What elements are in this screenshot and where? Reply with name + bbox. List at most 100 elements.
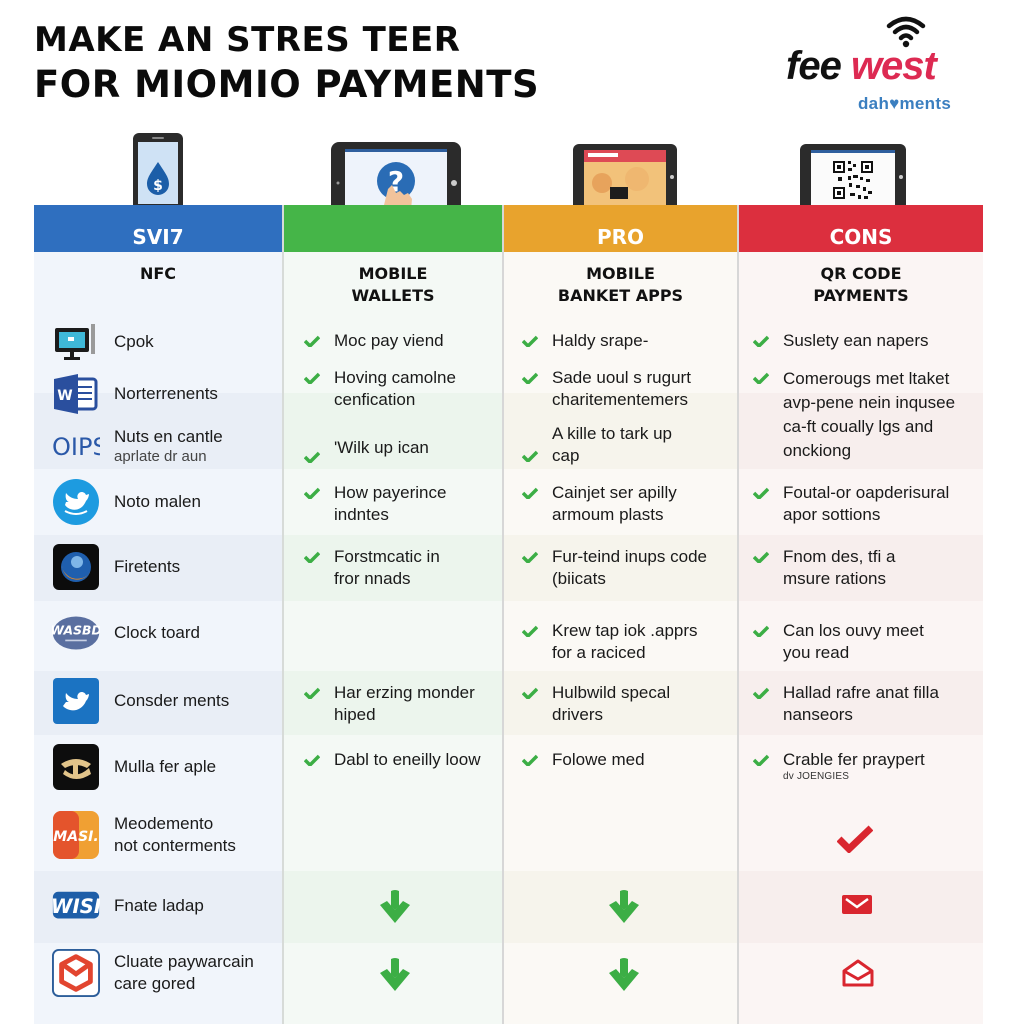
- item-text: Sade uoul s rugurt charitementemers: [552, 368, 691, 409]
- check-icon: [304, 367, 320, 389]
- wisi-logo-icon: WISI: [52, 882, 100, 930]
- band-label: SVI7: [132, 225, 184, 249]
- list-item-title: Nuts en cantle: [114, 427, 223, 446]
- pro-item: Hoving camolne cenfication: [304, 367, 456, 411]
- list-item: MASI. Meodemento not conterments: [34, 805, 282, 865]
- list-item-subtitle: aprlate dr aun: [114, 448, 207, 465]
- open-envelope-icon: [842, 959, 874, 987]
- band-label-cons: CONS: [829, 225, 893, 249]
- list-item: Mulla fer aple: [34, 739, 282, 795]
- twitter-bird-round-icon: [52, 478, 100, 526]
- item-text: Har erzing monder hiped: [334, 683, 475, 724]
- column-header-qr-code: QR CODE PAYMENTS: [739, 263, 983, 307]
- list-item-label: Clock toard: [114, 623, 200, 642]
- download-arrow-icon: [380, 958, 410, 991]
- item-text: Hoving camolne cenfication: [334, 368, 456, 409]
- check-icon: [304, 546, 320, 568]
- list-item: WISI Fnate ladap: [34, 881, 282, 931]
- list-item: Firetents: [34, 539, 282, 595]
- word-document-icon: W: [52, 370, 100, 418]
- check-icon: [522, 367, 538, 389]
- item-text: Haldy srape-: [552, 331, 649, 350]
- svg-text:WASBD: WASBD: [52, 623, 100, 638]
- column-qr-code-payments: CONS QR CODE PAYMENTS Suslety ean napers…: [737, 205, 983, 1024]
- brand-logo: fee west dah♥ments: [786, 12, 986, 113]
- logo-word-1: fee: [786, 44, 842, 88]
- check-icon: [753, 546, 769, 568]
- column-header-line: QR CODE: [820, 264, 902, 283]
- check-icon: [304, 446, 320, 468]
- column-band-nfc: SVI7: [34, 205, 282, 252]
- item-text: Fur-teind inups code (biicats: [552, 547, 707, 588]
- column-header-mobile-banking: MOBILE BANKET APPS: [504, 263, 737, 307]
- check-icon: [304, 682, 320, 704]
- pro-item: Krew tap iok .apprs for a raciced: [522, 620, 698, 664]
- check-icon: [304, 330, 320, 352]
- check-icon: [522, 546, 538, 568]
- oips-logo-icon: OIPS: [52, 422, 100, 470]
- svg-text:$: $: [153, 178, 163, 194]
- list-item-label: Meodemento not conterments: [114, 813, 236, 857]
- twitter-bird-square-icon: [52, 677, 100, 725]
- item-text: Cainjet ser apilly armoum plasts: [552, 483, 677, 524]
- item-text: Krew tap iok .apprs for a raciced: [552, 621, 698, 662]
- svg-text:W: W: [57, 388, 72, 404]
- firefox-browser-icon: [52, 543, 100, 591]
- pro-item: Sade uoul s rugurt charitementemers: [522, 367, 691, 411]
- check-icon: [753, 482, 769, 504]
- pro-item: Hulbwild specal drivers: [522, 682, 670, 726]
- item-text: Hallad rafre anat filla nanseors: [783, 683, 939, 724]
- pro-item: 'Wilk up ican: [304, 428, 429, 468]
- pro-item: Dabl to eneilly loow: [304, 749, 480, 771]
- pro-item: A kille to tark up cap: [522, 423, 672, 467]
- item-text: Foutal-or oapderisural apor sottions: [783, 483, 950, 524]
- check-icon: [753, 367, 769, 389]
- list-item-subtitle: care gored: [114, 974, 196, 993]
- download-arrow-icon: [609, 890, 639, 923]
- check-icon: [522, 620, 538, 642]
- check-icon: [753, 620, 769, 642]
- check-icon: [304, 749, 320, 771]
- list-item: W Norterrenents: [34, 369, 282, 419]
- item-text: Fnom des, tfi a msure rations: [783, 547, 896, 588]
- con-item: Can los ouvy meet you read: [753, 620, 924, 664]
- page-title: MAKE AN STRES TEER FOR MIOMIO PAYMENTS: [34, 18, 539, 108]
- list-item-label: Cpok: [114, 332, 154, 351]
- column-band-pro: PRO: [504, 205, 737, 252]
- wifi-icon: [886, 16, 926, 48]
- column-header-line: MOBILE: [358, 264, 428, 283]
- title-line-1: MAKE AN STRES TEER: [34, 20, 461, 60]
- column-band-cons: CONS: [739, 205, 983, 252]
- column-mobile-banking-apps: PRO MOBILE BANKET APPS Haldy srape- Sade…: [502, 205, 737, 1024]
- column-header-line: BANKET APPS: [557, 286, 684, 305]
- pro-item: Cainjet ser apilly armoum plasts: [522, 482, 677, 526]
- svg-text:OIPS: OIPS: [52, 433, 100, 461]
- pro-item: Folowe med: [522, 749, 645, 771]
- list-item-label: Fnate ladap: [114, 896, 204, 915]
- list-item-label: Consder ments: [114, 691, 230, 710]
- gold-emblem-app-icon: [52, 743, 100, 791]
- list-item-subtitle: not conterments: [114, 836, 236, 855]
- item-text: Hulbwild specal drivers: [552, 683, 671, 724]
- desktop-monitor-icon: [52, 318, 100, 366]
- con-item: Hallad rafre anat filla nanseors: [753, 682, 939, 726]
- logo-subtitle: dah♥ments: [858, 94, 952, 113]
- red-envelope-icon: [842, 895, 872, 914]
- list-item: Cpok: [34, 317, 282, 367]
- item-text: Forstmcatic in fror nnads: [334, 547, 440, 588]
- download-arrow-icon: [609, 958, 639, 991]
- logo-wordmark: fee west: [786, 44, 937, 88]
- column-header-line: NFC: [139, 264, 177, 283]
- con-item: Suslety ean napers: [753, 330, 929, 352]
- pro-item: Moc pay viend: [304, 330, 444, 352]
- item-text: Dabl to eneilly loow: [334, 750, 481, 769]
- list-item-title: Meodemento: [114, 814, 214, 833]
- list-item-label: Norterrenents: [114, 384, 218, 403]
- pro-item: How payerince indntes: [304, 482, 446, 526]
- con-item: Foutal-or oapderisural apor sottions: [753, 482, 949, 526]
- item-note: dv JOENGIES: [783, 771, 850, 782]
- title-line-2: FOR MIOMIO PAYMENTS: [34, 63, 540, 106]
- check-icon: [753, 330, 769, 352]
- item-text: How payerince indntes: [334, 483, 447, 524]
- list-item-label: Cluate paywarcain care gored: [114, 951, 254, 995]
